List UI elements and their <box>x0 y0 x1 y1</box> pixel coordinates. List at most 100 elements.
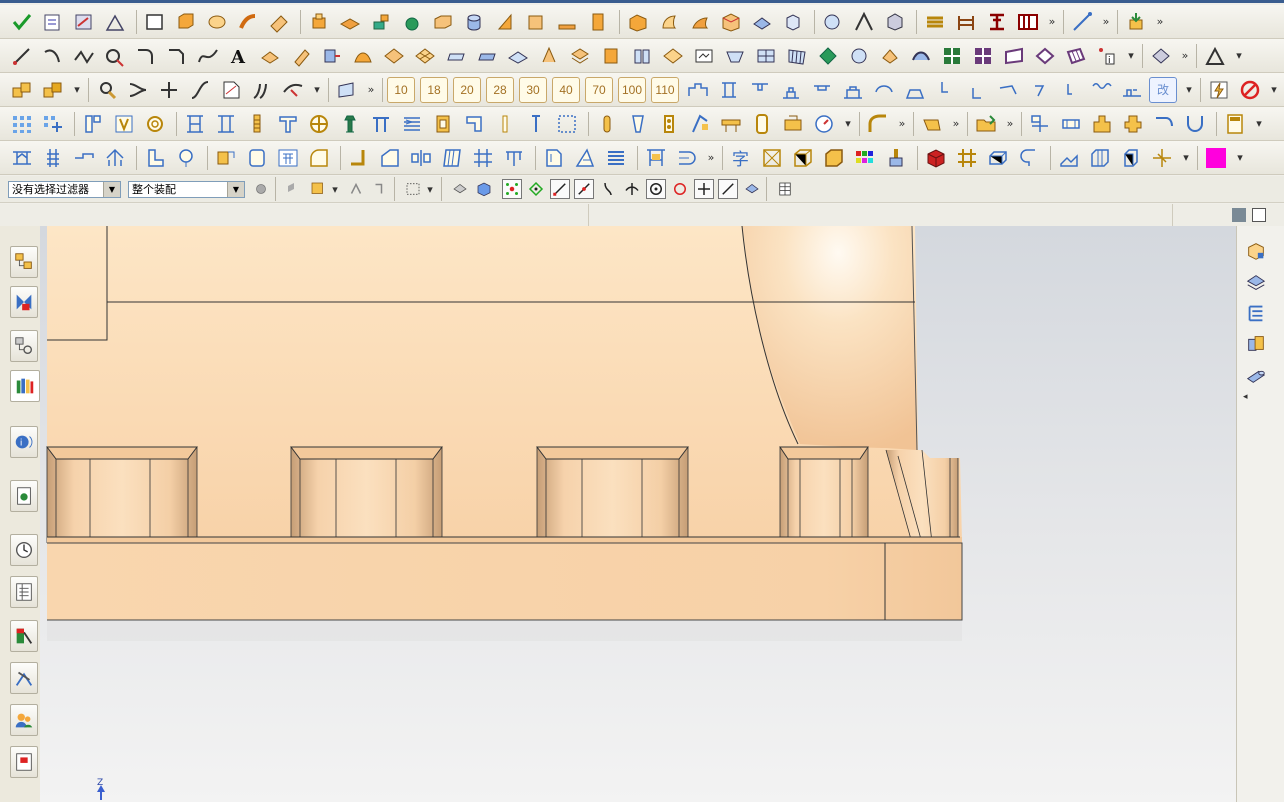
stack-lines-icon[interactable] <box>602 145 629 171</box>
cone-icon[interactable] <box>491 9 518 35</box>
ejector-pin-icon[interactable] <box>593 111 620 137</box>
toolbar-overflow-icon[interactable]: » <box>1045 15 1059 28</box>
copy-to-layer-icon[interactable] <box>1014 9 1041 35</box>
curve-mesh-icon[interactable] <box>411 43 438 69</box>
chevron-down-icon[interactable]: ▼ <box>227 181 244 197</box>
triangle-fill-icon[interactable] <box>571 145 598 171</box>
snap-center-button[interactable] <box>646 179 666 199</box>
stop-icon[interactable] <box>1236 77 1263 103</box>
profile-wedge-icon[interactable] <box>994 77 1021 103</box>
toolbar-overflow-icon[interactable]: » <box>704 151 718 164</box>
selection-scope-dropdown[interactable]: 整个装配 ▼ <box>128 180 245 198</box>
toolbar-overflow-icon[interactable]: ▾ <box>310 83 324 96</box>
profile-cap-icon[interactable] <box>808 77 835 103</box>
toolbar-overflow-icon[interactable]: » <box>949 117 963 130</box>
plate-icon[interactable] <box>1117 145 1144 171</box>
rectangle-icon[interactable] <box>141 9 168 35</box>
box-solid-icon[interactable] <box>820 145 847 171</box>
hole-icon[interactable] <box>398 9 425 35</box>
snap-face-icon[interactable] <box>742 179 762 199</box>
grid-size-20-button[interactable]: 20 <box>453 76 481 103</box>
gauge-icon[interactable] <box>810 111 837 137</box>
roles-tools-tab[interactable] <box>10 662 38 694</box>
fit-surface-icon[interactable] <box>1062 43 1089 69</box>
step-bar-icon[interactable] <box>70 145 97 171</box>
point-icon[interactable] <box>256 43 283 69</box>
orient-view-icon[interactable] <box>101 9 128 35</box>
polyline-icon[interactable] <box>70 43 97 69</box>
hash-icon[interactable] <box>469 145 496 171</box>
snap-existing-point-button[interactable] <box>694 179 714 199</box>
quick-extend-icon[interactable] <box>155 77 182 103</box>
new-sheet-icon[interactable] <box>217 77 244 103</box>
corner-l-icon[interactable] <box>345 145 372 171</box>
color-palette-icon[interactable] <box>851 145 878 171</box>
profile-l-icon[interactable] <box>932 77 959 103</box>
slider-icon[interactable] <box>686 111 713 137</box>
unite-icon[interactable] <box>624 9 651 35</box>
toolbar-overflow-icon[interactable]: » <box>364 83 378 96</box>
face-blend-icon[interactable] <box>690 43 717 69</box>
restore-window-icon[interactable] <box>1232 208 1246 222</box>
quarter-round-icon[interactable] <box>305 145 332 171</box>
type-filter-dropdown[interactable]: 没有选择过滤器 ▼ <box>8 180 121 198</box>
toolbar-overflow-icon[interactable]: ▾ <box>70 83 84 96</box>
open-folder-icon[interactable] <box>972 111 999 137</box>
snap-midpoint-button[interactable] <box>574 179 594 199</box>
char-zi-icon[interactable]: 字 <box>727 145 754 171</box>
history-tab[interactable] <box>10 534 38 566</box>
offset-surface-icon[interactable] <box>535 43 562 69</box>
kai-icon[interactable] <box>274 145 301 171</box>
info-icon[interactable]: i <box>1093 43 1120 69</box>
boundary-icon[interactable] <box>1000 43 1027 69</box>
profile-top-icon[interactable] <box>746 77 773 103</box>
clamp-icon[interactable] <box>748 111 775 137</box>
offset-curve-icon[interactable] <box>287 43 314 69</box>
toolbar-overflow-icon[interactable]: » <box>1099 15 1113 28</box>
sketch-plane-icon[interactable] <box>70 9 97 35</box>
grid-size-28-button[interactable]: 28 <box>486 76 514 103</box>
frame-v-icon[interactable] <box>110 111 137 137</box>
profile-corner-icon[interactable] <box>963 77 990 103</box>
profile-seven-icon[interactable] <box>1025 77 1052 103</box>
rib-icon[interactable] <box>1086 145 1113 171</box>
patch-icon[interactable] <box>659 43 686 69</box>
triangle-icon[interactable] <box>1201 43 1228 69</box>
grid-size-40-button[interactable]: 40 <box>552 76 580 103</box>
stair-icon[interactable] <box>1055 145 1082 171</box>
measure-body-icon[interactable] <box>881 9 908 35</box>
snap-quadrant-icon[interactable] <box>670 179 690 199</box>
trim-body-icon[interactable] <box>717 9 744 35</box>
assembly-add-icon[interactable] <box>1122 9 1149 35</box>
toolbar-overflow-icon[interactable]: ▾ <box>841 117 855 130</box>
draft-icon[interactable] <box>918 111 945 137</box>
chamfer-curve-icon[interactable] <box>163 43 190 69</box>
surface-shape-icon[interactable] <box>333 77 360 103</box>
wcs-dynamic-icon[interactable] <box>1068 9 1095 35</box>
select-solid-icon[interactable] <box>474 179 494 199</box>
view-cube-icon[interactable] <box>1243 238 1269 264</box>
pocket-icon[interactable] <box>336 9 363 35</box>
dashed-frame-icon[interactable] <box>553 111 580 137</box>
chevron-down-icon[interactable]: ▼ <box>103 181 120 197</box>
diagonal-frame-icon[interactable] <box>758 145 785 171</box>
revolve-icon[interactable] <box>203 9 230 35</box>
calculator-icon[interactable] <box>1221 111 1248 137</box>
maximize-window-icon[interactable] <box>1252 208 1266 222</box>
layer-settings-icon[interactable] <box>921 9 948 35</box>
mold-cup-icon[interactable] <box>1181 111 1208 137</box>
sew-icon[interactable] <box>597 43 624 69</box>
manufacturing-wizards-tab[interactable] <box>10 620 38 652</box>
modify-button[interactable]: 改 <box>1149 76 1177 103</box>
toolbar-overflow-icon[interactable]: » <box>1178 49 1192 62</box>
move-grid-icon[interactable] <box>39 111 66 137</box>
sweep-icon[interactable] <box>234 9 261 35</box>
studio-surface-icon[interactable] <box>783 43 810 69</box>
assembly-component-icon[interactable] <box>39 77 66 103</box>
trim-sheet-icon[interactable] <box>566 43 593 69</box>
line-icon[interactable] <box>8 43 35 69</box>
snap-grid-table-icon[interactable] <box>775 179 795 199</box>
toolbar-overflow-icon[interactable]: » <box>895 117 909 130</box>
toolbar-overflow-icon[interactable]: ▾ <box>423 183 437 196</box>
slant-frame-icon[interactable] <box>438 145 465 171</box>
